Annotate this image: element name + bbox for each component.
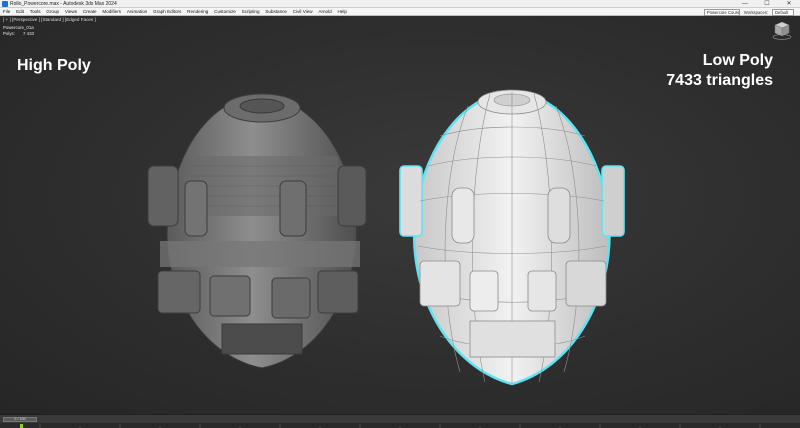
workspaces-label: Workspaces:: [743, 9, 768, 15]
menu-customize[interactable]: Customize: [211, 8, 238, 16]
low-poly-label: Low Poly: [702, 52, 773, 69]
low-poly-mesh: [399, 89, 625, 386]
menu-right-tools: Powercore Cours... Workspaces: Default: [703, 8, 794, 16]
max-app-icon: [2, 1, 8, 7]
window-title: Rollo_Powercore.max - Autodesk 3ds Max 2…: [10, 1, 117, 7]
scene-statistics: Powercore_01a Polys: 7 433: [3, 25, 34, 37]
viewport-label[interactable]: [ + ] [Perspective ] [Standard ] [Edged …: [3, 17, 96, 22]
title-bar: Rollo_Powercore.max - Autodesk 3ds Max 2…: [0, 0, 800, 8]
perspective-viewport[interactable]: [ + ] [Perspective ] [Standard ] [Edged …: [0, 16, 800, 414]
menu-help[interactable]: Help: [335, 8, 350, 16]
stats-polys-value: 7 433: [22, 31, 34, 36]
menu-edit[interactable]: Edit: [13, 8, 27, 16]
project-field[interactable]: Powercore Cours...: [703, 8, 740, 16]
menu-civil-view[interactable]: Civil View: [290, 8, 316, 16]
maximize-button[interactable]: ☐: [756, 0, 778, 8]
menu-substance[interactable]: Substance: [262, 8, 290, 16]
triangle-count-label: 7433 triangles: [666, 72, 773, 89]
minimize-button[interactable]: —: [734, 0, 756, 8]
time-slider[interactable]: 0 / 100: [3, 417, 37, 422]
menu-file[interactable]: File: [0, 8, 13, 16]
menu-group[interactable]: Group: [43, 8, 62, 16]
menu-create[interactable]: Create: [80, 8, 100, 16]
menu-scripting[interactable]: Scripting: [239, 8, 263, 16]
low-poly-caption: Low Poly 7433 triangles: [666, 51, 773, 91]
menu-views[interactable]: Views: [62, 8, 80, 16]
high-poly-mesh: [147, 93, 367, 369]
viewcube-icon[interactable]: [772, 20, 792, 40]
menu-graph-editors[interactable]: Graph Editors: [150, 8, 184, 16]
menu-bar: File Edit Tools Group Views Create Modif…: [0, 8, 800, 16]
menu-arnold[interactable]: Arnold: [316, 8, 335, 16]
menu-modifiers[interactable]: Modifiers: [100, 8, 124, 16]
workspace-select[interactable]: Default: [772, 8, 794, 16]
high-poly-label: High Poly: [17, 57, 91, 74]
close-button[interactable]: ✕: [778, 0, 800, 8]
window-controls: — ☐ ✕: [734, 0, 800, 8]
timeline-bar: 0 / 100: [0, 414, 800, 428]
timeline-ticks: [39, 424, 761, 428]
menu-tools[interactable]: Tools: [27, 8, 44, 16]
menu-rendering[interactable]: Rendering: [184, 8, 211, 16]
menu-items: File Edit Tools Group Views Create Modif…: [0, 8, 350, 16]
menu-animation[interactable]: Animation: [124, 8, 150, 16]
stats-polys-label: Polys:: [3, 31, 15, 36]
